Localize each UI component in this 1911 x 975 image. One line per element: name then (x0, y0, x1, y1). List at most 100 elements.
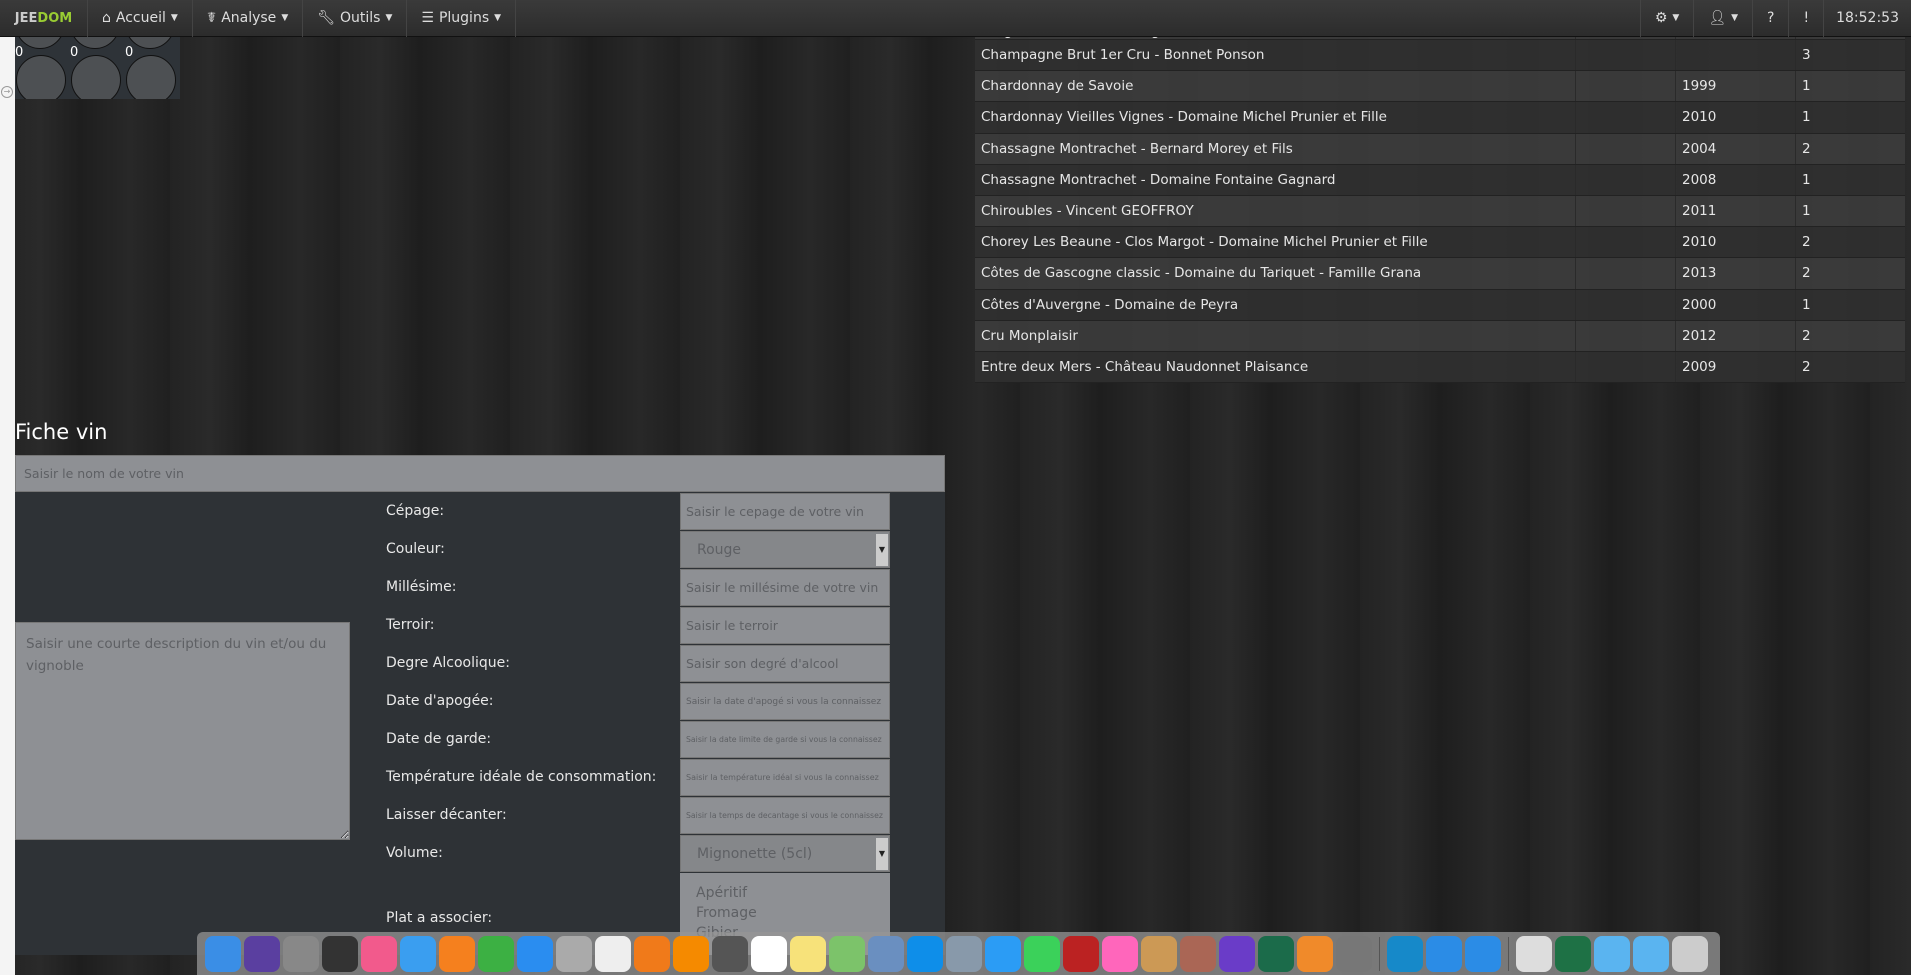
dock-app-chrome-icon[interactable] (478, 935, 514, 972)
temperature-input[interactable]: Saisir la température idéal si vous la c… (680, 759, 890, 796)
dock-app-facetime-icon[interactable] (1024, 935, 1060, 972)
dock-app-maps-icon[interactable] (829, 935, 865, 972)
option[interactable]: Apéritif (696, 883, 874, 903)
nav-accueil[interactable]: ⌂ Accueil ▼ (88, 0, 193, 37)
dock-app-vnc-icon[interactable] (1465, 935, 1501, 972)
table-row[interactable]: Entre deux Mers - Château Naudonnet Plai… (975, 351, 1905, 384)
dock-app-siri-icon[interactable] (244, 935, 280, 972)
dock-app-trash-icon[interactable] (1672, 935, 1708, 972)
messages-button[interactable]: ! (1788, 0, 1823, 37)
dock-app-notes-icon[interactable] (790, 935, 826, 972)
couleur-select[interactable]: Rouge ▼ (680, 531, 890, 568)
dock-app-messages-icon[interactable] (985, 935, 1021, 972)
description-textarea[interactable] (15, 622, 350, 840)
table-row[interactable]: Chardonnay Vieilles Vignes - Domaine Mic… (975, 102, 1905, 134)
dock-app-teamviewer-icon[interactable] (907, 935, 943, 972)
dock-app-image-capture-icon[interactable] (946, 935, 982, 972)
dock-app-skype-icon[interactable] (1387, 935, 1423, 972)
dock-app-ibooks-icon[interactable] (634, 935, 670, 972)
dock-app-firefox-icon[interactable] (439, 935, 475, 972)
dock-app-itunes-icon[interactable] (361, 935, 397, 972)
user-menu[interactable]: 👤︎ ▼ (1693, 0, 1752, 37)
question-icon: ? (1767, 10, 1775, 26)
alcool-input[interactable]: Saisir son degré d'alcool (680, 645, 890, 682)
table-row[interactable]: Cru Monplaisir 2012 2 (975, 320, 1905, 352)
terroir-input[interactable]: Saisir le terroir (680, 607, 890, 644)
dock-app-vlc-icon[interactable] (673, 935, 709, 972)
caret-down-icon: ▼ (281, 13, 289, 23)
jeedom-logo[interactable]: J EE DOM (0, 0, 88, 37)
option[interactable]: Fromage (696, 903, 874, 923)
dock-app-preview-icon[interactable] (868, 935, 904, 972)
cellar-slot[interactable] (71, 55, 121, 99)
dock-app-safari-icon[interactable] (400, 935, 436, 972)
wine-qty: 1 (1795, 102, 1811, 133)
dock-app-system-preferences-icon[interactable] (1336, 935, 1372, 972)
settings-menu[interactable]: ⚙ ▼ (1639, 0, 1693, 37)
wine-year: 2004 (1675, 133, 1795, 164)
table-row[interactable]: Chardonnay de Savoie 1999 1 (975, 71, 1905, 103)
dock-app-imovie-icon[interactable] (1219, 935, 1255, 972)
dock-app-photo-icon[interactable] (1516, 935, 1552, 972)
home-icon: ⌂ (102, 10, 111, 26)
table-row[interactable]: Chassagne Montrachet - Bernard Morey et … (975, 133, 1905, 165)
dock-app-reminders-icon[interactable] (595, 935, 631, 972)
millesime-input[interactable]: Saisir le millésime de votre vin (680, 569, 890, 606)
dock-app-photos-icon[interactable] (1102, 935, 1138, 972)
wine-name-input[interactable] (15, 455, 945, 492)
cellar-slot[interactable] (126, 55, 176, 99)
dock-app-calendar-icon[interactable] (751, 935, 787, 972)
wine-year: 1999 (1675, 71, 1795, 102)
dock-app-launchpad-icon[interactable] (283, 935, 319, 972)
empty-cell (1575, 351, 1675, 383)
cellar-grid: 0 0 0 (15, 37, 180, 99)
empty-cell (1575, 320, 1675, 351)
wine-year: 2010 (1675, 102, 1795, 133)
cellar-slot[interactable] (16, 55, 66, 99)
wine-year: 2011 (1675, 195, 1795, 227)
expand-icon[interactable]: → (1, 86, 13, 98)
nav-plugins[interactable]: ☰ Plugins ▼ (407, 0, 517, 37)
dock-app-home-icon[interactable] (1297, 935, 1333, 972)
dock-app-keynote-icon[interactable] (1141, 935, 1177, 972)
decanter-input[interactable]: Saisir la temps de decantage si vous le … (680, 797, 890, 834)
dock-app-excel-icon[interactable] (1555, 935, 1591, 972)
nav-analyse[interactable]: ☤ Analyse ▼ (193, 0, 304, 37)
dock-app-documents-icon[interactable] (1633, 935, 1669, 972)
dock-app-vnc-icon[interactable] (1426, 935, 1462, 972)
wine-qty: 1 (1795, 71, 1811, 102)
table-row[interactable]: Chiroubles - Vincent GEOFFROY 2011 1 (975, 195, 1905, 228)
dock-app-time-machine-icon[interactable] (1258, 935, 1294, 972)
cepage-input[interactable]: Saisir le cepage de votre vin (680, 493, 890, 530)
volume-select[interactable]: Mignonette (5cl) ▼ (680, 835, 890, 872)
field-placeholder: Saisir la date d'apogé si vous la connai… (686, 696, 882, 707)
empty-cell (1575, 289, 1675, 320)
dock-app-gimp-icon[interactable] (712, 935, 748, 972)
caret-down-icon: ▼ (170, 13, 178, 23)
wine-year: 2013 (1675, 258, 1795, 289)
list-icon: ☰ (421, 10, 434, 26)
empty-cell (1575, 133, 1675, 164)
apogee-input[interactable]: Saisir la date d'apogé si vous la connai… (680, 683, 890, 720)
garde-input[interactable]: Saisir la date limite de garde si vous l… (680, 721, 890, 758)
dock-app-google-earth-pro-icon[interactable] (556, 935, 592, 972)
wine-name: Entre deux Mers - Château Naudonnet Plai… (981, 358, 1309, 375)
table-row[interactable]: Côtes de Gascogne classic - Domaine du T… (975, 258, 1905, 290)
nav-outils[interactable]: 🔧︎ Outils ▼ (303, 0, 408, 37)
table-row[interactable]: Champagne Brut 1er Cru - Bonnet Ponson 3 (975, 40, 1905, 72)
table-row[interactable]: Chorey Les Beaune - Clos Margot - Domain… (975, 227, 1905, 259)
dock-app-applications-icon[interactable] (1594, 935, 1630, 972)
dock-app-garageband-icon[interactable] (1180, 935, 1216, 972)
wine-name: Chiroubles - Vincent GEOFFROY (981, 203, 1194, 220)
field-label: Date d'apogée: (386, 693, 494, 709)
help-button[interactable]: ? (1752, 0, 1788, 37)
field-label: Température idéale de consommation: (386, 769, 657, 785)
wine-qty: 1 (1795, 289, 1811, 320)
wine-name: Chassagne Montrachet - Bernard Morey et … (981, 140, 1293, 157)
dock-app-app-store-icon[interactable] (517, 935, 553, 972)
dock-app-mission-control-icon[interactable] (322, 935, 358, 972)
table-row[interactable]: Côtes d'Auvergne - Domaine de Peyra 2000 1 (975, 289, 1905, 321)
dock-app-finder-icon[interactable] (205, 935, 241, 972)
dock-app-photo-booth-icon[interactable] (1063, 935, 1099, 972)
table-row[interactable]: Chassagne Montrachet - Domaine Fontaine … (975, 164, 1905, 196)
